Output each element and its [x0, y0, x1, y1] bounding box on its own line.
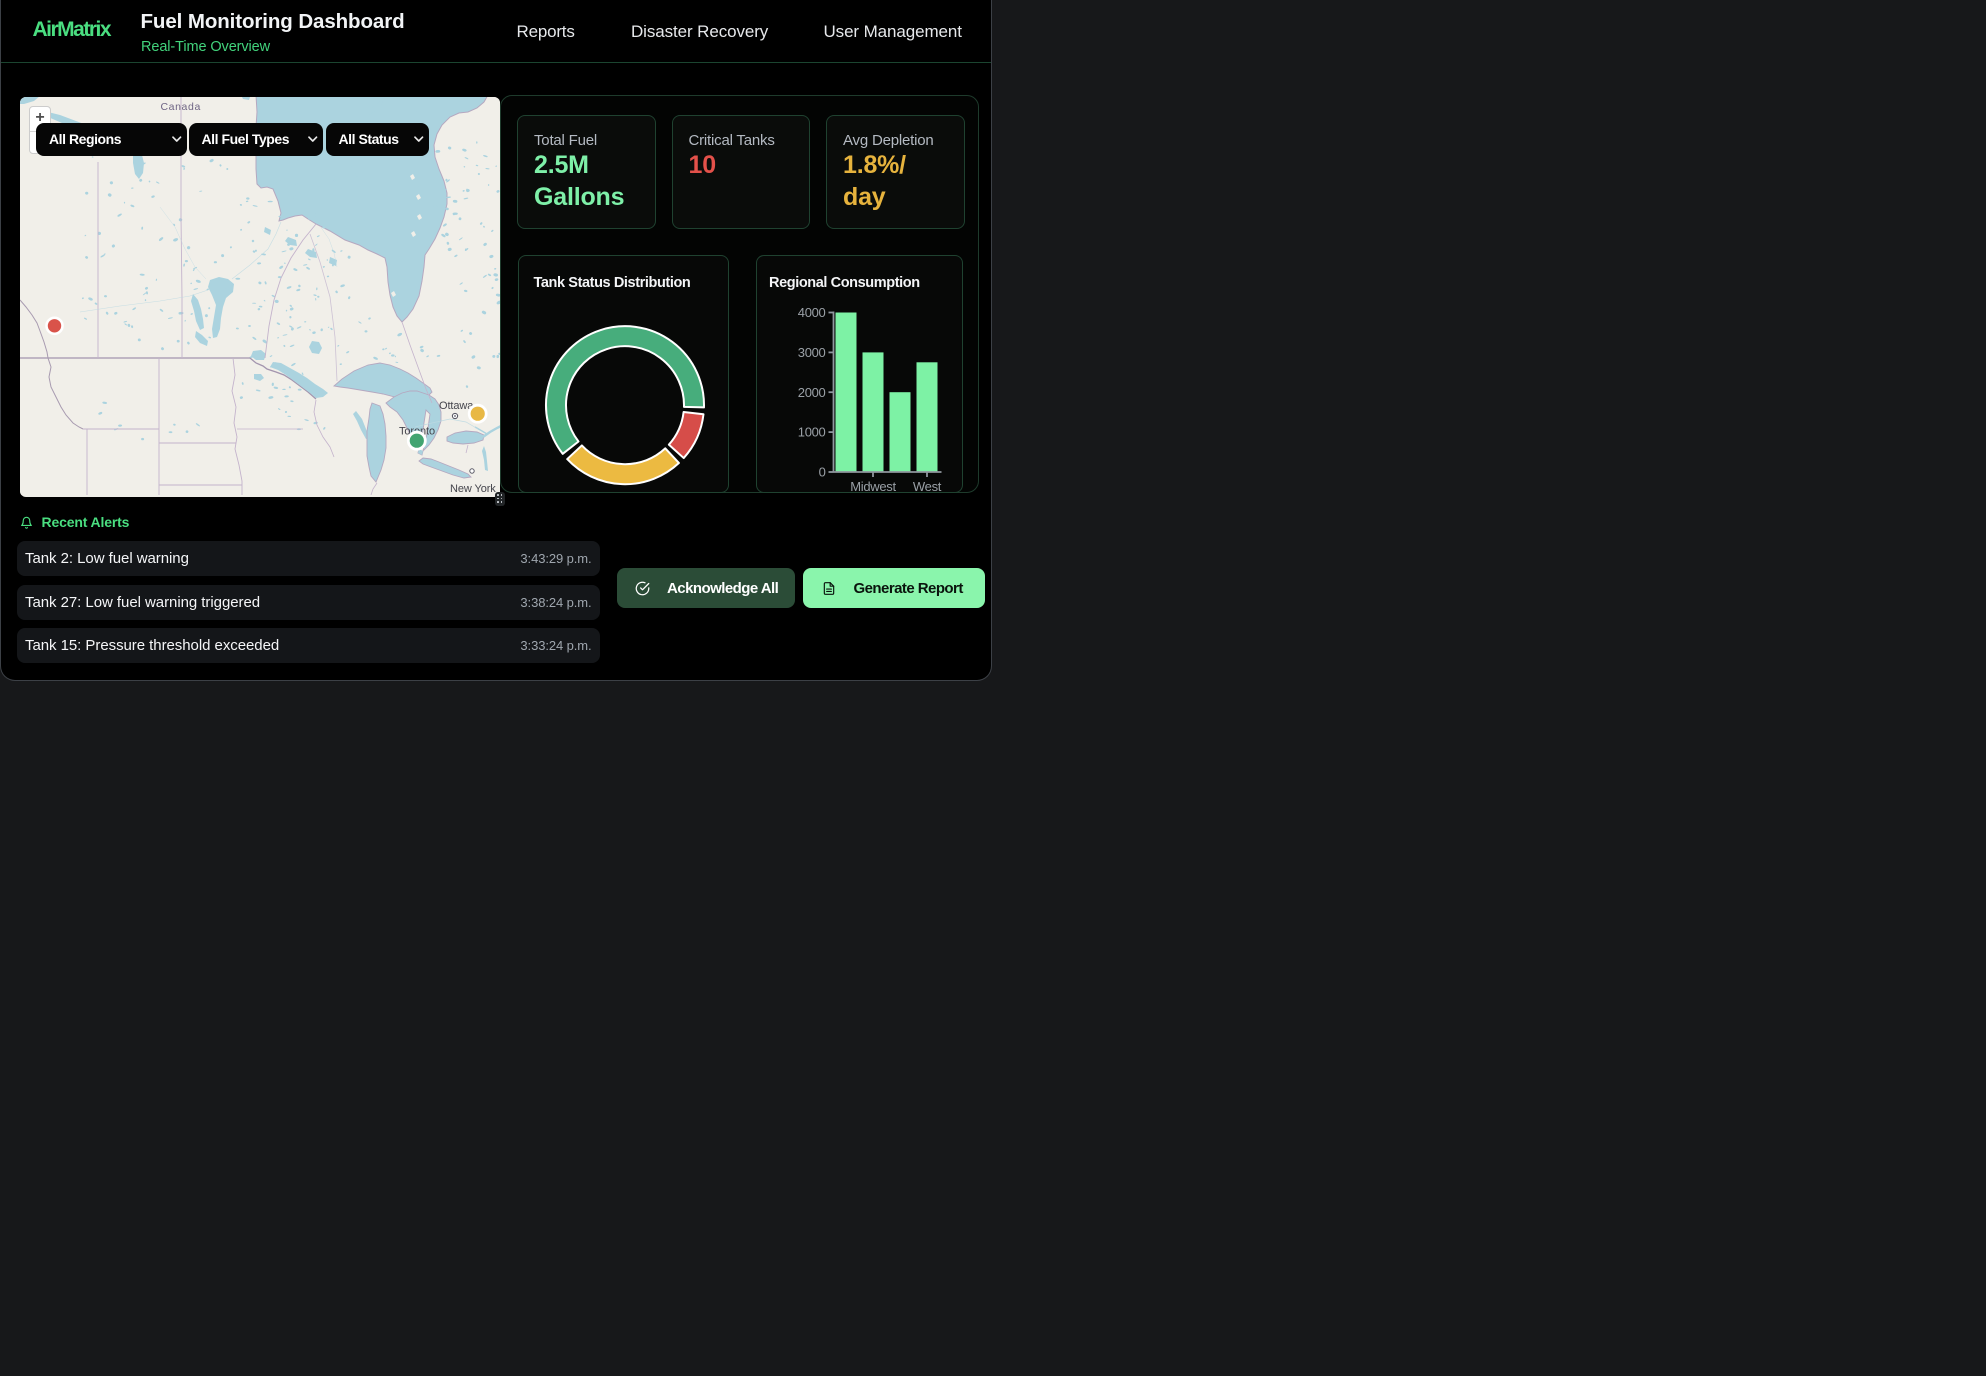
svg-text:2000: 2000 [798, 385, 826, 400]
svg-text:1000: 1000 [798, 425, 826, 440]
svg-text:4000: 4000 [798, 305, 826, 320]
svg-text:Canada: Canada [161, 101, 201, 113]
svg-text:New York: New York [450, 483, 496, 495]
svg-text:0: 0 [819, 465, 826, 480]
svg-text:Midwest: Midwest [850, 479, 896, 493]
svg-text:3000: 3000 [798, 345, 826, 360]
svg-text:West: West [913, 479, 942, 493]
